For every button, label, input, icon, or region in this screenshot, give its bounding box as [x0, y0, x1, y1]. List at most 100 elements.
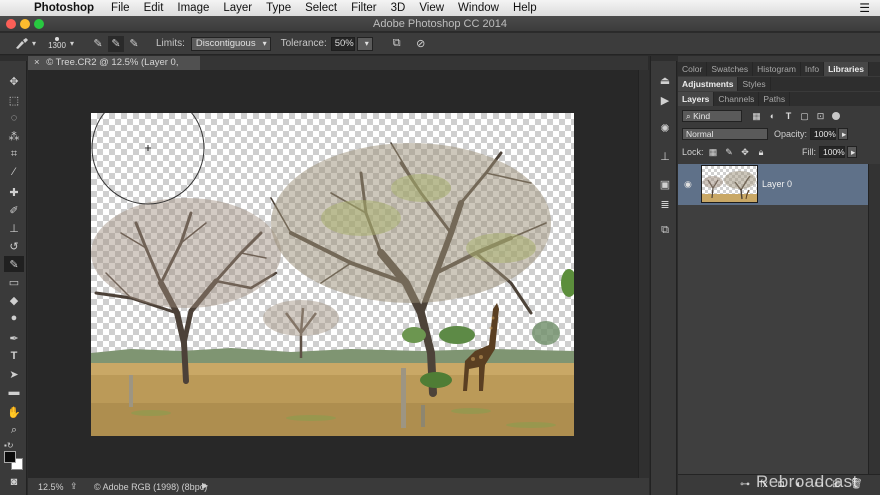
tool-preset-icon[interactable] — [14, 36, 30, 52]
default-colors-icon[interactable]: ▪↻ — [4, 441, 14, 450]
eye-icon[interactable]: ◉ — [684, 179, 692, 190]
opacity-input[interactable]: 100% — [810, 128, 837, 140]
eyedropper-tool-icon[interactable]: ⁄ — [4, 164, 24, 180]
zoom-tool-icon[interactable]: ⌕ — [4, 422, 24, 438]
fill-slider-button[interactable]: ▸ — [847, 146, 857, 158]
share-icon[interactable]: ⇪ — [70, 481, 78, 492]
canvas-vertical-scrollbar[interactable] — [638, 70, 649, 478]
lock-all-icon[interactable]: 🔒︎ — [755, 146, 768, 159]
type-tool-icon[interactable]: T — [4, 348, 24, 364]
blend-mode-dropdown[interactable]: Normal — [682, 128, 768, 140]
menu-filter[interactable]: Filter — [344, 2, 384, 14]
brush-settings-panel-icon[interactable]: ✺ — [656, 120, 674, 136]
marquee-tool-icon[interactable]: ⬚ — [4, 92, 24, 108]
chevron-down-icon[interactable]: ▾ — [68, 36, 76, 52]
savanna-photo — [91, 113, 574, 436]
sample-all-layers-icon[interactable]: ⊘ — [413, 36, 429, 52]
tolerance-slider-button[interactable] — [356, 36, 373, 51]
menu-select[interactable]: Select — [298, 2, 344, 14]
menu-type[interactable]: Type — [259, 2, 298, 14]
clone-source-panel-icon[interactable]: ⊥ — [656, 148, 674, 164]
filter-kind-dropdown[interactable]: ⌕ Kind — [682, 110, 742, 122]
menu-image[interactable]: Image — [170, 2, 216, 14]
brush-size-picker[interactable]: 1300 — [46, 37, 68, 50]
layer-row[interactable]: ◉ Layer 0 — [678, 164, 868, 205]
tab-adjustments[interactable]: Adjustments — [678, 77, 739, 91]
move-tool-icon[interactable]: ✥ — [4, 73, 24, 89]
lock-position-icon[interactable]: ✥ — [739, 146, 752, 159]
status-menu-arrow-icon[interactable]: ▶ — [202, 481, 208, 490]
menu-layer[interactable]: Layer — [216, 2, 259, 14]
menu-window[interactable]: Window — [451, 2, 506, 14]
zoom-level[interactable]: 12.5% — [38, 482, 64, 492]
healing-brush-tool-icon[interactable]: ✚ — [4, 184, 24, 200]
layer-name[interactable]: Layer 0 — [762, 179, 792, 189]
fill-input[interactable]: 100% — [819, 146, 845, 158]
close-window-button[interactable] — [6, 19, 16, 29]
foreground-color-swatch[interactable] — [4, 451, 16, 463]
shape-layer-filter-icon[interactable]: ▢ — [798, 110, 811, 123]
menu-edit[interactable]: Edit — [137, 2, 171, 14]
history-panel-icon[interactable]: ⏏ — [656, 72, 674, 88]
history-brush-tool-icon[interactable]: ↺ — [4, 238, 24, 254]
chevron-down-icon[interactable]: ▾ — [30, 36, 38, 52]
tab-styles[interactable]: Styles — [738, 77, 771, 91]
tolerance-label: Tolerance: — [280, 38, 327, 49]
dodge-tool-icon[interactable]: ● — [4, 310, 24, 326]
lock-image-pixels-icon[interactable]: ✎ — [723, 146, 736, 159]
opacity-slider-button[interactable]: ▸ — [838, 128, 849, 140]
menu-view[interactable]: View — [412, 2, 451, 14]
erase-mode-swatch-icon[interactable]: ✎ — [126, 36, 142, 52]
minimize-window-button[interactable] — [20, 19, 30, 29]
gradient-tool-icon[interactable]: ▭ — [4, 274, 24, 290]
quick-mask-icon[interactable]: ◙ — [4, 474, 24, 490]
clone-stamp-tool-icon[interactable]: ⊥ — [4, 220, 24, 236]
tolerance-input[interactable]: 50% — [330, 36, 355, 51]
tab-channels[interactable]: Channels — [714, 92, 760, 106]
tab-paths[interactable]: Paths — [759, 92, 791, 106]
close-tab-icon[interactable]: × — [34, 57, 40, 68]
crop-tool-icon[interactable]: ⌗ — [4, 146, 24, 162]
properties-panel-icon[interactable]: ▣ — [656, 176, 674, 192]
paragraph-panel-icon[interactable]: ≣ — [656, 196, 674, 212]
tab-layers[interactable]: Layers — [678, 92, 715, 106]
magic-eraser-tool-icon[interactable]: ✎ — [4, 256, 24, 272]
menu-file[interactable]: File — [104, 2, 137, 14]
anti-alias-icon[interactable]: ⧉ — [389, 36, 405, 52]
dock-grip[interactable] — [651, 56, 678, 61]
menu-help[interactable]: Help — [506, 2, 544, 14]
layer-comps-panel-icon[interactable]: ⧉ — [656, 222, 674, 238]
zoom-window-button[interactable] — [34, 19, 44, 29]
hand-tool-icon[interactable]: ✋ — [4, 404, 24, 420]
actions-panel-icon[interactable]: ▶ — [656, 92, 674, 108]
tab-libraries[interactable]: Libraries — [824, 62, 869, 76]
pen-tool-icon[interactable]: ✒ — [4, 330, 24, 346]
pixel-layer-filter-icon[interactable]: ▦ — [750, 110, 763, 123]
document-tab[interactable]: × © Tree.CR2 @ 12.5% (Layer 0, RGB/8) * — [28, 56, 200, 82]
menu-app-name[interactable]: Photoshop — [28, 2, 104, 14]
document-image[interactable] — [91, 113, 574, 436]
quick-selection-tool-icon[interactable]: ⁂ — [4, 128, 24, 144]
type-layer-filter-icon[interactable]: T — [782, 110, 795, 123]
link-layers-icon[interactable]: ⊶ — [740, 479, 750, 490]
rectangle-tool-icon[interactable]: ▬ — [4, 384, 24, 400]
adjustment-layer-filter-icon[interactable]: ◐ — [766, 110, 779, 123]
tab-info[interactable]: Info — [801, 62, 825, 76]
lock-transparent-pixels-icon[interactable]: ▦ — [707, 146, 720, 159]
list-icon[interactable]: ☰ — [859, 1, 870, 15]
tab-histogram[interactable]: Histogram — [753, 62, 801, 76]
lasso-tool-icon[interactable]: ◌ — [4, 110, 24, 126]
brush-tool-icon[interactable]: ✐ — [4, 202, 24, 218]
erase-mode-continuous-icon[interactable]: ✎ — [90, 36, 106, 52]
tools-panel-grip[interactable] — [0, 56, 27, 61]
blur-tool-icon[interactable]: ◆ — [4, 292, 24, 308]
path-selection-tool-icon[interactable]: ➤ — [4, 366, 24, 382]
tab-color[interactable]: Color — [678, 62, 708, 76]
menu-3d[interactable]: 3D — [384, 2, 413, 14]
tab-swatches[interactable]: Swatches — [707, 62, 754, 76]
layers-scrollbar[interactable] — [868, 164, 880, 474]
erase-mode-once-icon[interactable]: ✎ — [108, 35, 124, 52]
smart-object-filter-icon[interactable]: ⊡ — [814, 110, 827, 123]
filter-toggle-icon[interactable] — [832, 112, 840, 120]
limits-dropdown[interactable]: Discontiguous — [190, 36, 271, 51]
